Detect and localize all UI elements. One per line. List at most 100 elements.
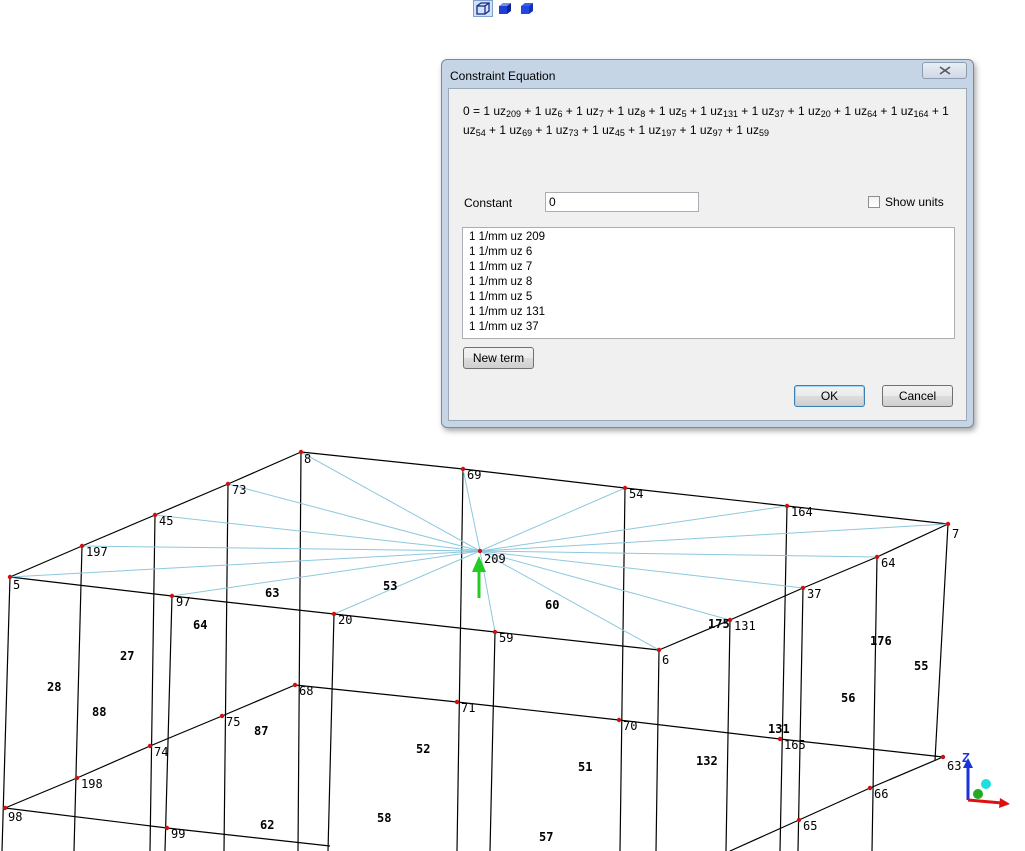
view-wireframe-button[interactable] (473, 0, 493, 17)
mesh-edge (655, 649, 660, 851)
mesh-edge (154, 483, 229, 516)
mesh-edge (297, 451, 302, 851)
mesh-node[interactable] (784, 503, 790, 509)
mesh-node[interactable] (292, 682, 298, 688)
mesh-node[interactable] (2, 805, 8, 811)
list-item[interactable]: 1 1/mm uz 209 (469, 230, 948, 245)
constraint-line (479, 550, 878, 558)
list-item[interactable]: 1 1/mm uz 131 (469, 305, 948, 320)
node-label: 74 (154, 745, 168, 759)
constraint-line (81, 545, 481, 552)
mesh-node[interactable] (945, 521, 951, 527)
mesh-node[interactable] (492, 629, 498, 635)
new-term-button[interactable]: New term (463, 347, 534, 369)
mesh-node[interactable] (874, 554, 880, 560)
mesh-edge (221, 684, 296, 717)
node-label: 8 (304, 452, 311, 466)
dialog-body: 0 = 1 uz209 + 1 uz6 + 1 uz7 + 1 uz8 + 1 … (448, 88, 967, 421)
mesh-node[interactable] (147, 743, 153, 749)
mesh-node[interactable] (454, 699, 460, 705)
mesh-node[interactable] (622, 485, 628, 491)
mesh-node[interactable] (169, 593, 175, 599)
cancel-button[interactable]: Cancel (882, 385, 953, 407)
constraint-line (479, 487, 626, 552)
element-label: 58 (377, 811, 391, 825)
element-label: 28 (47, 680, 61, 694)
view-solid-button[interactable] (517, 0, 537, 17)
mesh-node[interactable] (796, 817, 802, 823)
mesh-edge (327, 613, 335, 851)
view-shaded-icon (499, 2, 511, 14)
mesh-node[interactable] (152, 512, 158, 518)
element-label: 52 (416, 742, 430, 756)
mesh-node[interactable] (164, 825, 170, 831)
mesh-edge (934, 523, 949, 761)
equation-term: + 1 uz45 (578, 123, 625, 138)
mesh-edge (9, 576, 173, 597)
mesh-node[interactable] (940, 754, 946, 760)
mesh-node[interactable] (225, 481, 231, 487)
node-label: 54 (629, 487, 643, 501)
mesh-edge (618, 719, 781, 740)
list-item[interactable]: 1 1/mm uz 5 (469, 290, 948, 305)
list-item[interactable]: 1 1/mm uz 8 (469, 275, 948, 290)
mesh-edge (294, 684, 458, 703)
node-label: 99 (171, 827, 185, 841)
list-item[interactable]: 1 1/mm uz 37 (469, 320, 948, 335)
node-label: 131 (734, 619, 756, 633)
terms-list[interactable]: 1 1/mm uz 209 1 1/mm uz 61 1/mm uz 71 1/m… (462, 227, 955, 339)
element-label: 55 (914, 659, 928, 673)
mesh-node[interactable] (331, 611, 337, 617)
mesh-node[interactable] (616, 717, 622, 723)
list-item[interactable]: 1 1/mm uz 6 (469, 245, 948, 260)
element-label: 62 (260, 818, 274, 832)
constraint-line (171, 550, 481, 597)
view-toolbar (473, 0, 545, 18)
mesh-edge (798, 787, 871, 821)
dialog-close-button[interactable] (922, 62, 967, 79)
mesh-node[interactable] (656, 647, 662, 653)
node-label: 198 (81, 777, 103, 791)
constant-input[interactable] (545, 192, 699, 212)
mesh-edge (333, 613, 496, 633)
checkbox-box[interactable] (868, 196, 880, 208)
node-label: 6 (662, 653, 669, 667)
list-item[interactable]: 1 1/mm uz 7 (469, 260, 948, 275)
mesh-edge (171, 595, 335, 615)
mesh-node[interactable] (800, 585, 806, 591)
mesh-node[interactable] (79, 543, 85, 549)
mesh-node[interactable] (460, 466, 466, 472)
mesh-node[interactable] (74, 775, 80, 781)
mesh-edge (797, 587, 804, 851)
equation-term: + 1 uz6 (521, 104, 563, 119)
node-label: 59 (499, 631, 513, 645)
mesh-node[interactable] (477, 548, 483, 554)
node-label: 20 (338, 613, 352, 627)
equation-term: 1 uz209 (483, 104, 522, 119)
element-label: 51 (578, 760, 592, 774)
mesh-node[interactable] (298, 449, 304, 455)
mesh-edge (725, 619, 731, 851)
view-shaded-button[interactable] (495, 0, 515, 17)
mesh-node[interactable] (219, 713, 225, 719)
mesh-node[interactable] (867, 785, 873, 791)
ok-button[interactable]: OK (794, 385, 865, 407)
element-label: 88 (92, 705, 106, 719)
constraint-line (479, 550, 804, 589)
mesh-edge (164, 595, 173, 851)
element-label: 57 (539, 830, 553, 844)
mesh-edge (9, 545, 83, 578)
view-solid-icon (521, 2, 533, 14)
mesh-edge (223, 483, 229, 851)
element-label: 132 (696, 754, 718, 768)
node-label: 71 (461, 701, 475, 715)
mesh-edge (300, 451, 464, 470)
mesh-node[interactable] (7, 574, 13, 580)
node-label: 97 (176, 595, 190, 609)
equation-term: + 1 uz131 (686, 104, 738, 119)
mesh-node[interactable] (777, 736, 783, 742)
show-units-checkbox[interactable]: Show units (868, 195, 944, 209)
mesh-edge (729, 587, 804, 621)
node-label: 69 (467, 468, 481, 482)
element-label: 175 (708, 617, 730, 631)
